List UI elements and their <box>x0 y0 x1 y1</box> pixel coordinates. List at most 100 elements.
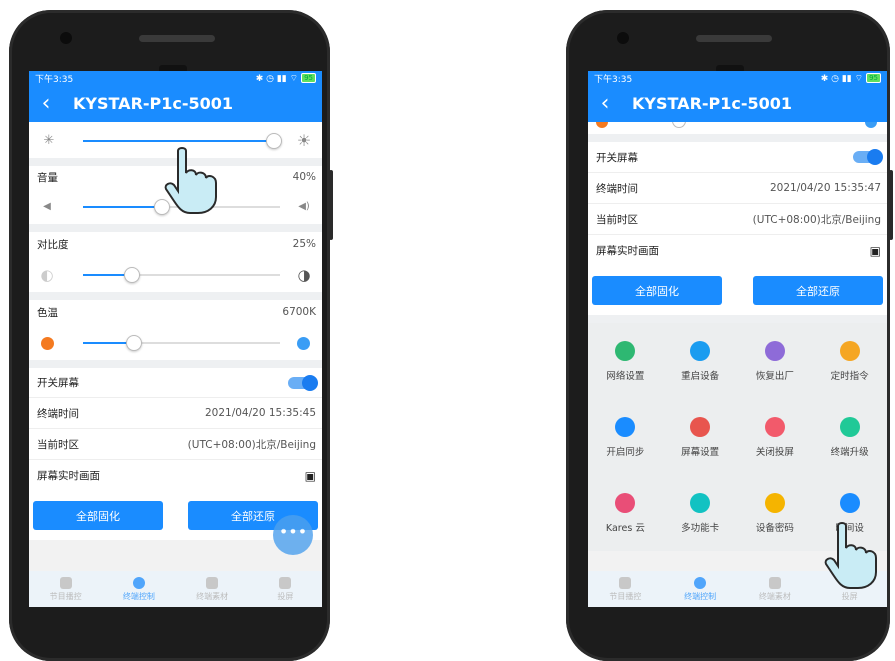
status-bar: 下午3:35 ✱ ◷ ▮▮ ⌔ 95 <box>29 71 322 85</box>
screen: 下午3:35 ✱ ◷ ▮▮ ⌔ 95 ‹ KYSTAR-P1c-5001 开关屏幕… <box>588 71 887 607</box>
partial-slider-row <box>588 122 887 134</box>
brightness-low-icon: ✳ <box>43 133 55 148</box>
tools-grid: 网络设置 重启设备 恢复出厂 定时指令开启同步 屏幕设置 关闭投屏 终端升级 Kares 云 多… <box>588 323 887 551</box>
screen-switch-toggle[interactable] <box>288 374 318 391</box>
gear-icon <box>132 576 145 589</box>
tool-label: 关闭投屏 <box>755 446 794 458</box>
contrast-value: 25% <box>292 238 316 250</box>
brightness-high-icon: ☀ <box>296 131 312 150</box>
timezone-value: (UTC+08:00)北京/Beijing <box>187 438 316 451</box>
tool-label: 设备密码 <box>755 522 794 534</box>
tool-label: Kares 云 <box>605 522 645 534</box>
slider-knob[interactable] <box>153 199 170 215</box>
terminal-time-value: 2021/04/20 15:35:47 <box>769 182 881 194</box>
solidify-all-button[interactable]: 全部固化 <box>592 276 722 305</box>
volume-low-icon: ◀ <box>43 201 51 212</box>
screen-switch-toggle[interactable] <box>853 149 883 165</box>
alarm-icon <box>839 340 860 361</box>
contrast-low-icon: ◐ <box>40 266 54 284</box>
speaker <box>139 35 215 42</box>
nav-terminal-media[interactable]: 终端素材 <box>176 571 249 607</box>
nav-terminal-media[interactable]: 终端素材 <box>738 571 813 607</box>
tool-multi-card[interactable]: 多功能卡 <box>663 475 738 551</box>
nav-terminal-control[interactable]: 终端控制 <box>663 571 738 607</box>
nav-program-control[interactable]: 节目播控 <box>588 571 663 607</box>
warm-dot-icon <box>41 337 54 350</box>
screen-switch-label: 开关屏幕 <box>596 151 638 164</box>
nav-terminal-control[interactable]: 终端控制 <box>102 571 175 607</box>
tool-screen-settings[interactable]: 屏幕设置 <box>663 399 738 475</box>
more-fab[interactable]: ••• <box>273 515 313 555</box>
slider-knob[interactable] <box>124 267 141 283</box>
sync-icon <box>615 416 636 437</box>
realtime-label: 屏幕实时画面 <box>596 245 659 257</box>
realtime-label: 屏幕实时画面 <box>37 470 100 482</box>
volume-value: 40% <box>292 171 316 183</box>
bottom-nav: 节目播控 终端控制 终端素材 投屏 <box>29 571 322 607</box>
upgrade-icon <box>839 416 860 437</box>
camera <box>617 32 629 44</box>
tool-power[interactable]: 重启设备 <box>663 323 738 399</box>
tool-label: 时间设 <box>835 522 864 534</box>
status-icons: ✱ ◷ ▮▮ ⌔ <box>255 73 299 84</box>
tool-clock[interactable]: 时间设 <box>812 475 887 551</box>
restore-all-button[interactable]: 全部还原 <box>753 276 883 305</box>
phone-left: 下午3:35 ✱ ◷ ▮▮ ⌔ 95 ‹ KYSTAR-P1c-5001 ✳ ☀ … <box>9 10 333 661</box>
camera <box>60 32 72 44</box>
solidify-all-button[interactable]: 全部固化 <box>33 501 163 530</box>
tool-label: 重启设备 <box>681 370 720 382</box>
fullscreen-icon[interactable]: ▣ <box>870 244 881 258</box>
color-temp-label: 色温 <box>37 306 58 319</box>
folder-icon <box>206 576 219 589</box>
tool-network[interactable]: 网络设置 <box>588 323 663 399</box>
tool-label: 定时指令 <box>830 370 869 382</box>
clock-icon <box>839 492 860 513</box>
factory-reset-icon <box>764 340 785 361</box>
volume-high-icon: ◀) <box>298 201 310 212</box>
color-temp-slider[interactable] <box>29 324 322 360</box>
volume-label: 音量 <box>37 171 58 184</box>
back-icon[interactable]: ‹ <box>29 91 63 116</box>
screen: 下午3:35 ✱ ◷ ▮▮ ⌔ 95 ‹ KYSTAR-P1c-5001 ✳ ☀ … <box>29 71 322 607</box>
tool-kares-cloud[interactable]: Kares 云 <box>588 475 663 551</box>
slider-knob[interactable] <box>126 335 143 351</box>
battery-badge: 95 <box>301 73 316 83</box>
cool-dot-icon <box>297 337 310 350</box>
nav-cast[interactable]: 投屏 <box>249 571 322 607</box>
brightness-slider[interactable]: ✳ ☀ <box>29 122 322 158</box>
battery-badge: 95 <box>866 73 881 83</box>
volume-slider[interactable]: ◀ ◀) <box>29 188 322 224</box>
speaker <box>696 35 772 42</box>
nav-cast[interactable]: 投屏 <box>812 571 887 607</box>
tool-sync[interactable]: 开启同步 <box>588 399 663 475</box>
side-button <box>889 170 893 240</box>
bottom-nav: 节目播控 终端控制 终端素材 投屏 <box>588 571 887 607</box>
timezone-value: (UTC+08:00)北京/Beijing <box>752 213 881 226</box>
tool-close-cast[interactable]: 关闭投屏 <box>738 399 813 475</box>
contrast-slider[interactable]: ◐ ◑ <box>29 256 322 292</box>
terminal-time-value: 2021/04/20 15:35:45 <box>204 407 316 419</box>
slider-knob[interactable] <box>266 133 283 149</box>
close-cast-icon <box>764 416 785 437</box>
cast-icon <box>279 576 292 589</box>
multi-card-icon <box>690 492 711 513</box>
phone-right: 下午3:35 ✱ ◷ ▮▮ ⌔ 95 ‹ KYSTAR-P1c-5001 开关屏幕… <box>566 10 893 661</box>
power-icon <box>690 340 711 361</box>
kares-cloud-icon <box>615 492 636 513</box>
tool-alarm[interactable]: 定时指令 <box>812 323 887 399</box>
tool-factory-reset[interactable]: 恢复出厂 <box>738 323 813 399</box>
lock-icon <box>764 492 785 513</box>
star-icon <box>59 576 72 589</box>
tool-lock[interactable]: 设备密码 <box>738 475 813 551</box>
fullscreen-icon[interactable]: ▣ <box>305 469 316 483</box>
timezone-label: 当前时区 <box>37 438 79 451</box>
folder-icon <box>768 576 781 589</box>
tool-upgrade[interactable]: 终端升级 <box>812 399 887 475</box>
nav-program-control[interactable]: 节目播控 <box>29 571 102 607</box>
back-icon[interactable]: ‹ <box>588 91 622 116</box>
gear-icon <box>694 576 707 589</box>
timezone-label: 当前时区 <box>596 213 638 226</box>
color-temp-value: 6700K <box>282 306 316 318</box>
status-time: 下午3:35 <box>594 74 633 85</box>
page-title: KYSTAR-P1c-5001 <box>632 94 793 113</box>
